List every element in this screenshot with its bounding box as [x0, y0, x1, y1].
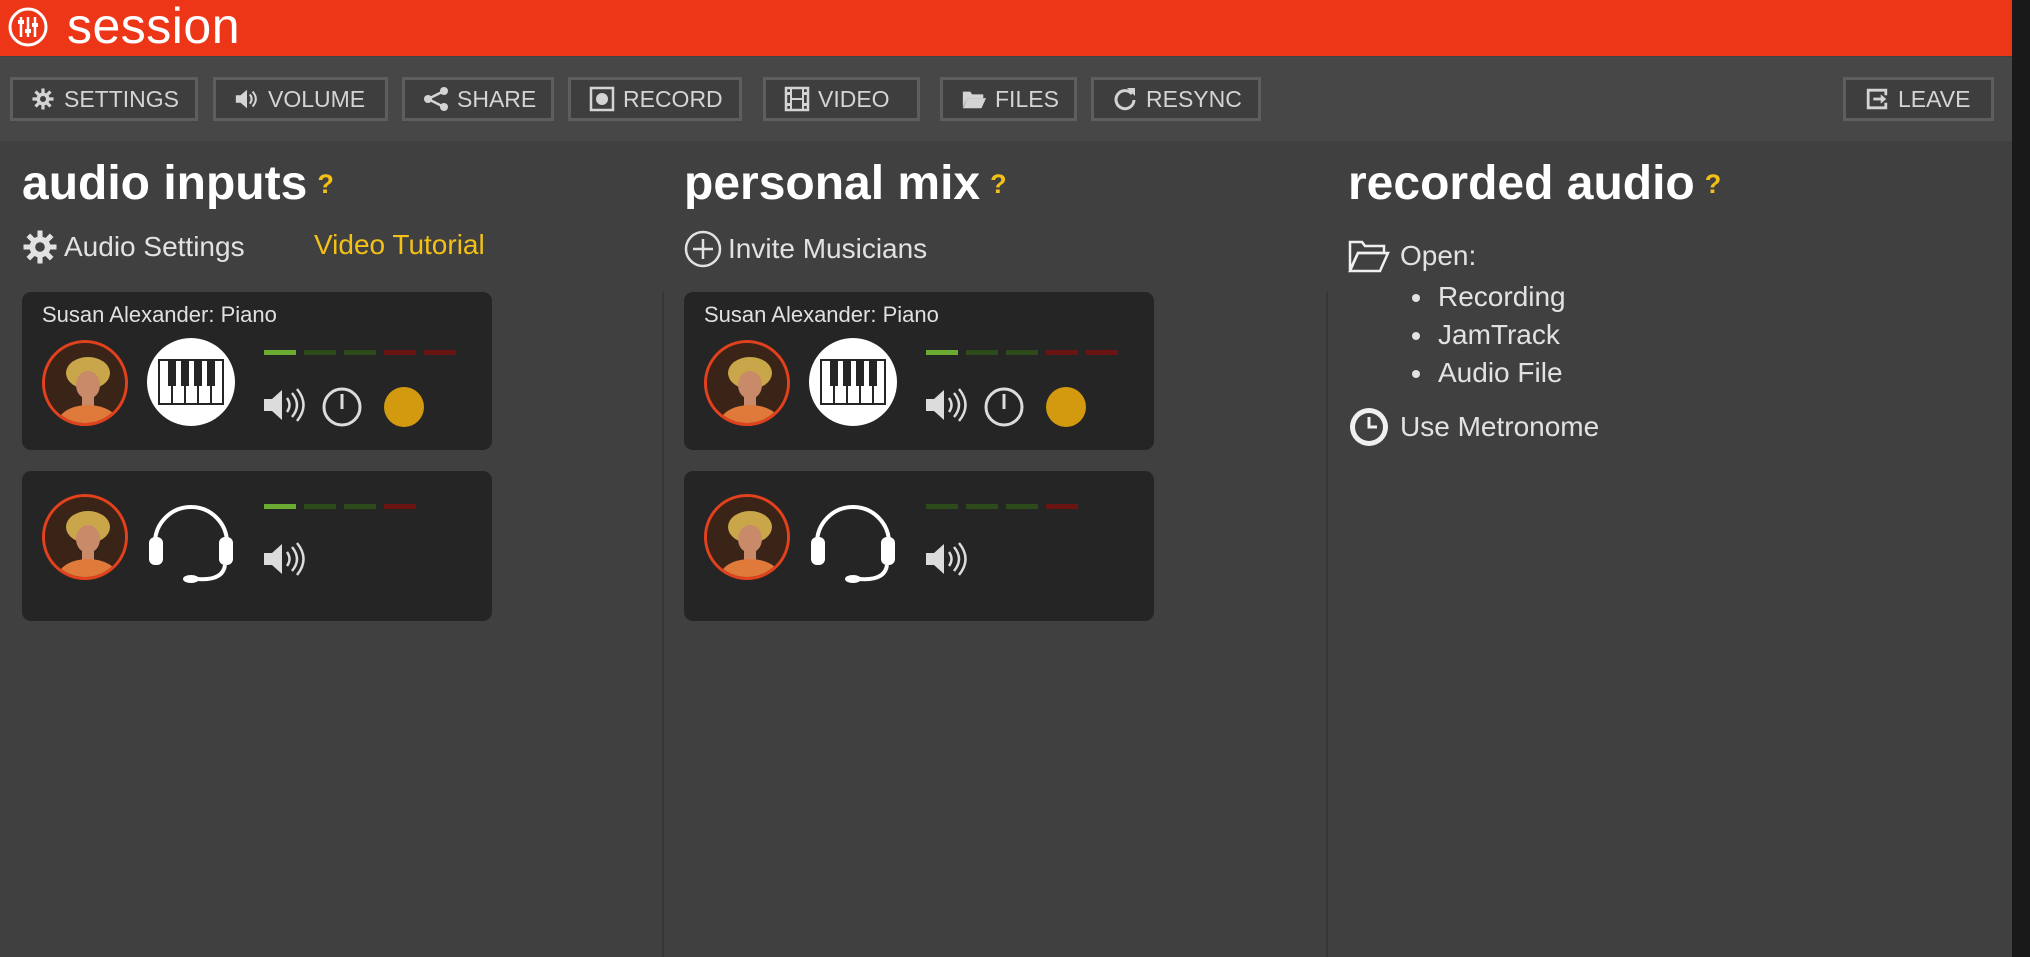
invite-musicians-link[interactable]: Invite Musicians: [684, 230, 927, 268]
files-button[interactable]: FILES: [940, 77, 1077, 121]
share-button[interactable]: SHARE: [402, 77, 554, 121]
resync-button[interactable]: RESYNC: [1091, 77, 1261, 121]
level-meter: [264, 504, 416, 509]
piano-icon: [147, 338, 235, 426]
volume-button[interactable]: VOLUME: [213, 77, 388, 121]
leave-label: LEAVE: [1898, 85, 1971, 112]
avatar[interactable]: [704, 340, 790, 426]
avatar[interactable]: [42, 494, 128, 580]
mute-speaker-icon[interactable]: [262, 385, 306, 425]
track-name: Susan Alexander: Piano: [704, 302, 939, 327]
share-label: SHARE: [457, 85, 537, 112]
headset-icon: [149, 505, 233, 583]
files-label: FILES: [995, 85, 1059, 112]
clock-icon: [1348, 406, 1390, 448]
recorded-audio-title: recorded audio?: [1348, 157, 1722, 210]
track-name: Susan Alexander: Piano: [42, 302, 277, 327]
mute-speaker-icon[interactable]: [924, 539, 968, 579]
open-audio-file-item[interactable]: Audio File: [1412, 354, 1566, 392]
video-tutorial-link[interactable]: Video Tutorial: [314, 229, 485, 261]
audio-inputs-title: audio inputs?: [22, 157, 334, 210]
open-label: Open:: [1400, 240, 1477, 271]
leave-button[interactable]: LEAVE: [1843, 77, 1994, 121]
volume-label: VOLUME: [268, 85, 366, 112]
film-icon: [784, 86, 810, 112]
invite-musicians-label: Invite Musicians: [728, 233, 928, 264]
session-header: session: [0, 0, 2012, 56]
settings-label: SETTINGS: [63, 85, 179, 112]
level-meter: [264, 350, 456, 355]
recorded-audio-help[interactable]: ?: [1705, 169, 1722, 199]
level-meter: [926, 504, 1078, 509]
open-jamtrack-item[interactable]: JamTrack: [1412, 316, 1566, 354]
speaker-icon: [234, 86, 260, 112]
folder-open-icon: [1348, 237, 1390, 275]
open-options-list: Recording JamTrack Audio File: [1412, 278, 1566, 392]
audio-settings-link[interactable]: Audio Settings: [22, 229, 245, 265]
record-label: RECORD: [623, 85, 723, 112]
audio-inputs-help[interactable]: ?: [317, 169, 334, 199]
level-meter: [926, 350, 1118, 355]
solo-indicator[interactable]: [1046, 387, 1086, 427]
column-divider: [1326, 292, 1328, 957]
open-menu[interactable]: Open:: [1348, 237, 1476, 275]
gear-icon: [22, 229, 58, 265]
video-label: VIDEO: [818, 85, 890, 112]
personal-mix-title: personal mix?: [684, 157, 1007, 210]
exit-icon: [1864, 86, 1890, 112]
mute-speaker-icon[interactable]: [262, 539, 306, 579]
session-toolbar: SETTINGS VOLUME SHARE RECORD VIDEO FILES…: [0, 57, 2012, 141]
settings-button[interactable]: SETTINGS: [10, 77, 198, 121]
use-metronome-link[interactable]: Use Metronome: [1348, 406, 1599, 448]
track-card: Susan Alexander: Piano: [684, 292, 1154, 450]
open-recording-item[interactable]: Recording: [1412, 278, 1566, 316]
solo-indicator[interactable]: [384, 387, 424, 427]
app-title: session: [67, 0, 241, 54]
piano-icon: [809, 338, 897, 426]
folder-open-icon: [961, 86, 987, 112]
session-window: session SETTINGS VOLUME SHARE RECORD VID…: [0, 0, 2012, 957]
video-button[interactable]: VIDEO: [763, 77, 920, 121]
column-divider: [662, 292, 664, 957]
use-metronome-label: Use Metronome: [1400, 411, 1600, 442]
share-icon: [423, 86, 449, 112]
track-card: [684, 471, 1154, 621]
audio-settings-label: Audio Settings: [64, 231, 245, 262]
pan-knob-icon[interactable]: [321, 386, 363, 428]
mixer-sliders-icon: [8, 7, 48, 47]
track-card: Susan Alexander: Piano: [22, 292, 492, 450]
record-icon: [589, 86, 615, 112]
mute-speaker-icon[interactable]: [924, 385, 968, 425]
personal-mix-help[interactable]: ?: [990, 169, 1007, 199]
gear-icon: [31, 86, 56, 112]
record-button[interactable]: RECORD: [568, 77, 742, 121]
pan-knob-icon[interactable]: [983, 386, 1025, 428]
headset-icon: [811, 505, 895, 583]
track-card: [22, 471, 492, 621]
resync-label: RESYNC: [1146, 85, 1242, 112]
avatar[interactable]: [42, 340, 128, 426]
avatar[interactable]: [704, 494, 790, 580]
refresh-icon: [1112, 86, 1138, 112]
plus-circle-icon: [684, 230, 722, 268]
